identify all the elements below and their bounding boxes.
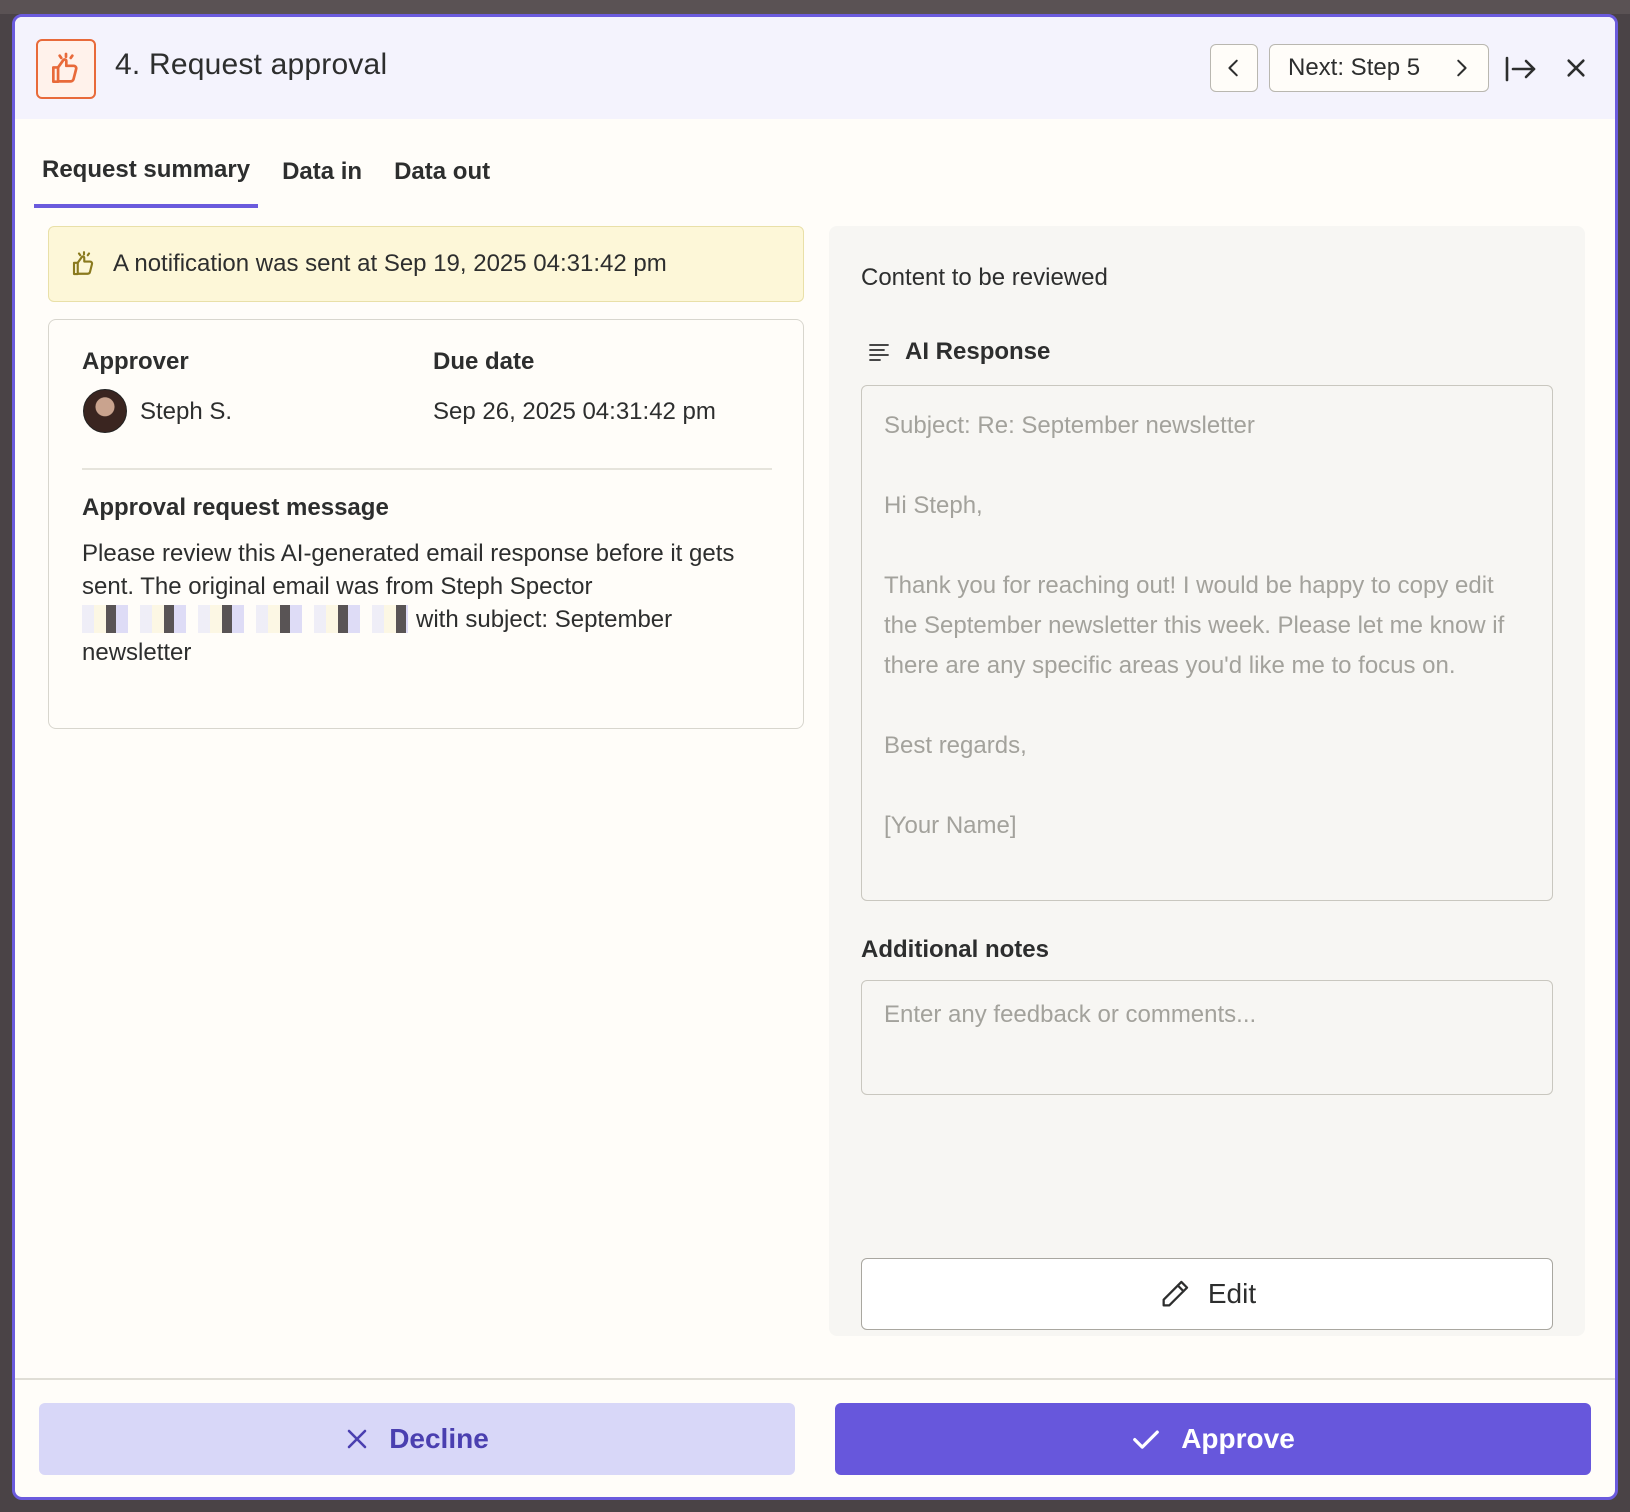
next-step-button[interactable]: Next: Step 5 bbox=[1269, 44, 1489, 92]
modal-header: 4. Request approval Next: Step 5 bbox=[15, 17, 1615, 119]
footer-divider bbox=[15, 1378, 1615, 1380]
notification-banner: A notification was sent at Sep 19, 2025 … bbox=[48, 226, 804, 302]
divider bbox=[82, 468, 772, 470]
edit-button-label: Edit bbox=[1207, 1278, 1257, 1309]
background-page bbox=[0, 0, 1630, 14]
ai-response-label: AI Response bbox=[905, 338, 1051, 365]
approval-message: Please review this AI-generated email re… bbox=[82, 537, 742, 669]
approval-message-label: Approval request message bbox=[82, 494, 389, 521]
approver-name: Steph S. bbox=[140, 398, 233, 425]
page-title: 4. Request approval bbox=[115, 48, 388, 81]
approve-button[interactable]: Approve bbox=[835, 1403, 1591, 1475]
decline-button[interactable]: Decline bbox=[39, 1403, 795, 1475]
approval-modal: 4. Request approval Next: Step 5 Request… bbox=[12, 14, 1618, 1500]
x-icon bbox=[347, 1429, 367, 1449]
review-panel: Content to be reviewed AI Response Subje… bbox=[829, 226, 1585, 1336]
ai-response-field-header: AI Response bbox=[867, 338, 1050, 366]
avatar bbox=[83, 389, 127, 433]
redacted-email bbox=[82, 605, 408, 633]
chevron-right-icon bbox=[1457, 59, 1467, 77]
review-panel-title: Content to be reviewed bbox=[861, 264, 1108, 291]
request-approval-app-icon bbox=[36, 39, 96, 99]
tab-bar: Request summary Data in Data out bbox=[34, 135, 514, 210]
additional-notes-input[interactable] bbox=[861, 980, 1553, 1095]
previous-step-button[interactable] bbox=[1210, 44, 1258, 92]
decline-button-label: Decline bbox=[389, 1423, 489, 1454]
approval-message-text: Please review this AI-generated email re… bbox=[82, 540, 735, 600]
request-summary-card: Approver Steph S. Due date Sep 26, 2025 … bbox=[48, 319, 804, 729]
edit-button[interactable]: Edit bbox=[861, 1258, 1553, 1330]
approve-button-label: Approve bbox=[1181, 1423, 1295, 1454]
due-date-label: Due date bbox=[433, 348, 535, 375]
thumbs-up-sparkle-icon bbox=[72, 251, 94, 276]
close-button[interactable] bbox=[1558, 50, 1594, 86]
expand-panel-icon bbox=[1505, 56, 1536, 82]
ai-response-content: Subject: Re: September newsletter Hi Ste… bbox=[861, 385, 1553, 901]
approver-label: Approver bbox=[82, 348, 189, 375]
chevron-left-icon bbox=[1228, 59, 1238, 77]
additional-notes-label: Additional notes bbox=[861, 936, 1049, 963]
tab-data-in[interactable]: Data in bbox=[274, 135, 370, 208]
check-icon bbox=[1133, 1430, 1160, 1449]
close-icon bbox=[1567, 59, 1585, 77]
tab-request-summary[interactable]: Request summary bbox=[34, 135, 259, 208]
tab-data-out[interactable]: Data out bbox=[386, 135, 498, 208]
expand-panel-button[interactable] bbox=[1501, 49, 1541, 89]
notification-text: A notification was sent at Sep 19, 2025 … bbox=[113, 250, 667, 277]
due-date-value: Sep 26, 2025 04:31:42 pm bbox=[433, 398, 716, 425]
thumbs-up-sparkle-icon bbox=[51, 52, 78, 84]
text-lines-icon bbox=[869, 344, 889, 361]
pencil-icon bbox=[1162, 1280, 1189, 1307]
next-step-label: Next: Step 5 bbox=[1288, 54, 1421, 81]
